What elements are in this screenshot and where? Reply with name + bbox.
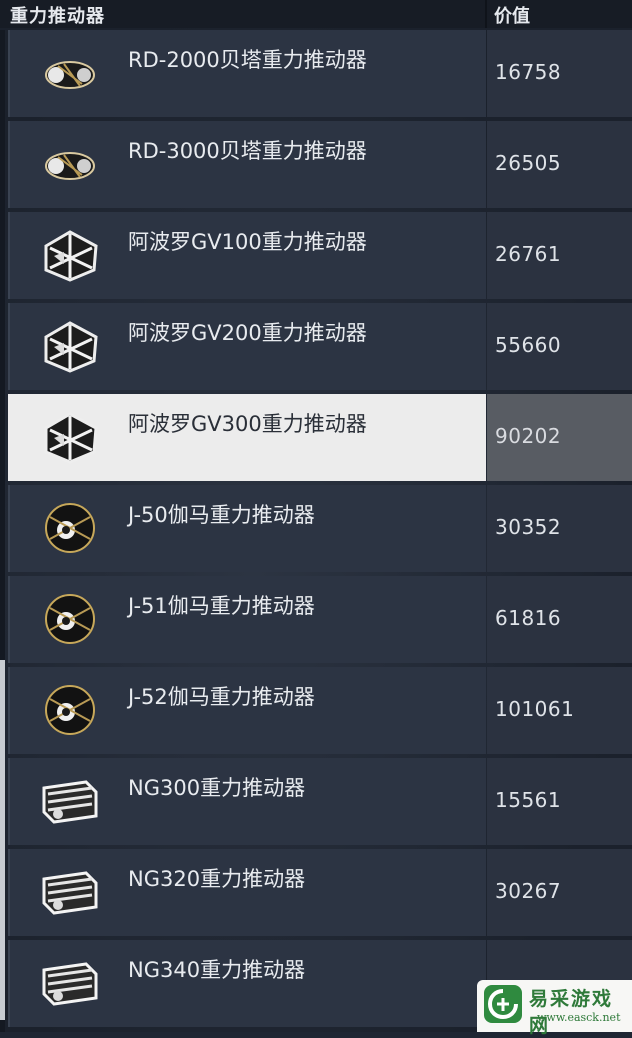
list-item[interactable]: RD-2000贝塔重力推动器 16758 xyxy=(0,30,632,121)
item-name-cell[interactable]: 阿波罗GV200重力推动器 xyxy=(8,303,486,390)
thruster-list: RD-2000贝塔重力推动器 16758 RD-3000贝塔重力推动器 26505 阿波… xyxy=(0,30,632,1031)
list-item[interactable]: 阿波罗GV200重力推动器 55660 xyxy=(0,303,632,394)
item-name-cell[interactable]: 阿波罗GV300重力推动器 xyxy=(8,394,486,481)
watermark-logo-icon xyxy=(484,985,522,1023)
item-value-cell[interactable]: 16758 xyxy=(487,30,632,117)
item-name-cell[interactable]: NG320重力推动器 xyxy=(8,849,486,936)
item-value-cell[interactable]: 61816 xyxy=(487,576,632,663)
item-value-cell[interactable]: 26761 xyxy=(487,212,632,299)
item-name-cell[interactable]: J-52伽马重力推动器 xyxy=(8,667,486,754)
item-name-cell[interactable]: NG340重力推动器 xyxy=(8,940,486,1027)
item-value: 30267 xyxy=(495,879,562,903)
item-name: 阿波罗GV200重力推动器 xyxy=(128,321,367,345)
item-name-cell[interactable]: RD-3000贝塔重力推动器 xyxy=(8,121,486,208)
item-name-cell[interactable]: NG300重力推动器 xyxy=(8,758,486,845)
item-value-cell[interactable]: 26505 xyxy=(487,121,632,208)
rd-thruster-icon xyxy=(36,135,104,193)
list-item[interactable]: J-52伽马重力推动器 101061 xyxy=(0,667,632,758)
item-name: RD-3000贝塔重力推动器 xyxy=(128,139,367,163)
apollo-thruster-icon xyxy=(36,317,104,375)
item-name: 阿波罗GV300重力推动器 xyxy=(128,412,367,436)
column-header-name: 重力推动器 xyxy=(10,6,105,27)
ng-thruster-icon xyxy=(36,772,104,830)
item-value-cell[interactable]: 55660 xyxy=(487,303,632,390)
item-value-cell[interactable]: 15561 xyxy=(487,758,632,845)
list-item[interactable]: 阿波罗GV100重力推动器 26761 xyxy=(0,212,632,303)
item-value-cell[interactable]: 30352 xyxy=(487,485,632,572)
list-item[interactable]: NG320重力推动器 30267 xyxy=(0,849,632,940)
item-name: 阿波罗GV100重力推动器 xyxy=(128,230,367,254)
item-name: J-51伽马重力推动器 xyxy=(128,594,315,618)
ng-thruster-icon xyxy=(36,863,104,921)
apollo-thruster-icon xyxy=(36,408,104,466)
list-item-selected[interactable]: 阿波罗GV300重力推动器 90202 xyxy=(0,394,632,485)
item-value-cell[interactable]: 30267 xyxy=(487,849,632,936)
item-name: NG340重力推动器 xyxy=(128,958,306,982)
gamma-thruster-icon xyxy=(36,499,104,557)
list-item[interactable]: RD-3000贝塔重力推动器 26505 xyxy=(0,121,632,212)
item-name: NG300重力推动器 xyxy=(128,776,306,800)
item-name-cell[interactable]: J-51伽马重力推动器 xyxy=(8,576,486,663)
watermark-url: www.easck.net xyxy=(537,1011,621,1024)
list-item[interactable]: NG300重力推动器 15561 xyxy=(0,758,632,849)
gamma-thruster-icon xyxy=(36,590,104,648)
item-value: 26505 xyxy=(495,151,562,175)
item-value: 101061 xyxy=(495,697,575,721)
item-value: 30352 xyxy=(495,515,562,539)
item-value: 61816 xyxy=(495,606,562,630)
item-value-cell[interactable]: 101061 xyxy=(487,667,632,754)
column-header-value: 价值 xyxy=(494,6,530,27)
scroll-thumb[interactable] xyxy=(0,660,5,1020)
gamma-thruster-icon xyxy=(36,681,104,739)
item-value: 16758 xyxy=(495,60,562,84)
item-name: NG320重力推动器 xyxy=(128,867,306,891)
item-value: 90202 xyxy=(495,424,562,448)
item-name: RD-2000贝塔重力推动器 xyxy=(128,48,367,72)
column-divider xyxy=(485,0,487,28)
table-header: 重力推动器 价值 xyxy=(0,0,632,28)
apollo-thruster-icon xyxy=(36,226,104,284)
item-name: J-50伽马重力推动器 xyxy=(128,503,315,527)
item-name-cell[interactable]: J-50伽马重力推动器 xyxy=(8,485,486,572)
rd-thruster-icon xyxy=(36,44,104,102)
list-item[interactable]: J-50伽马重力推动器 30352 xyxy=(0,485,632,576)
site-watermark: 易采游戏网 www.easck.net xyxy=(477,980,632,1037)
item-value: 55660 xyxy=(495,333,562,357)
ng-thruster-icon xyxy=(36,954,104,1012)
item-name-cell[interactable]: RD-2000贝塔重力推动器 xyxy=(8,30,486,117)
item-value-cell[interactable]: 90202 xyxy=(487,394,632,481)
item-value: 26761 xyxy=(495,242,562,266)
item-name: J-52伽马重力推动器 xyxy=(128,685,315,709)
item-value: 15561 xyxy=(495,788,562,812)
item-name-cell[interactable]: 阿波罗GV100重力推动器 xyxy=(8,212,486,299)
list-item[interactable]: J-51伽马重力推动器 61816 xyxy=(0,576,632,667)
